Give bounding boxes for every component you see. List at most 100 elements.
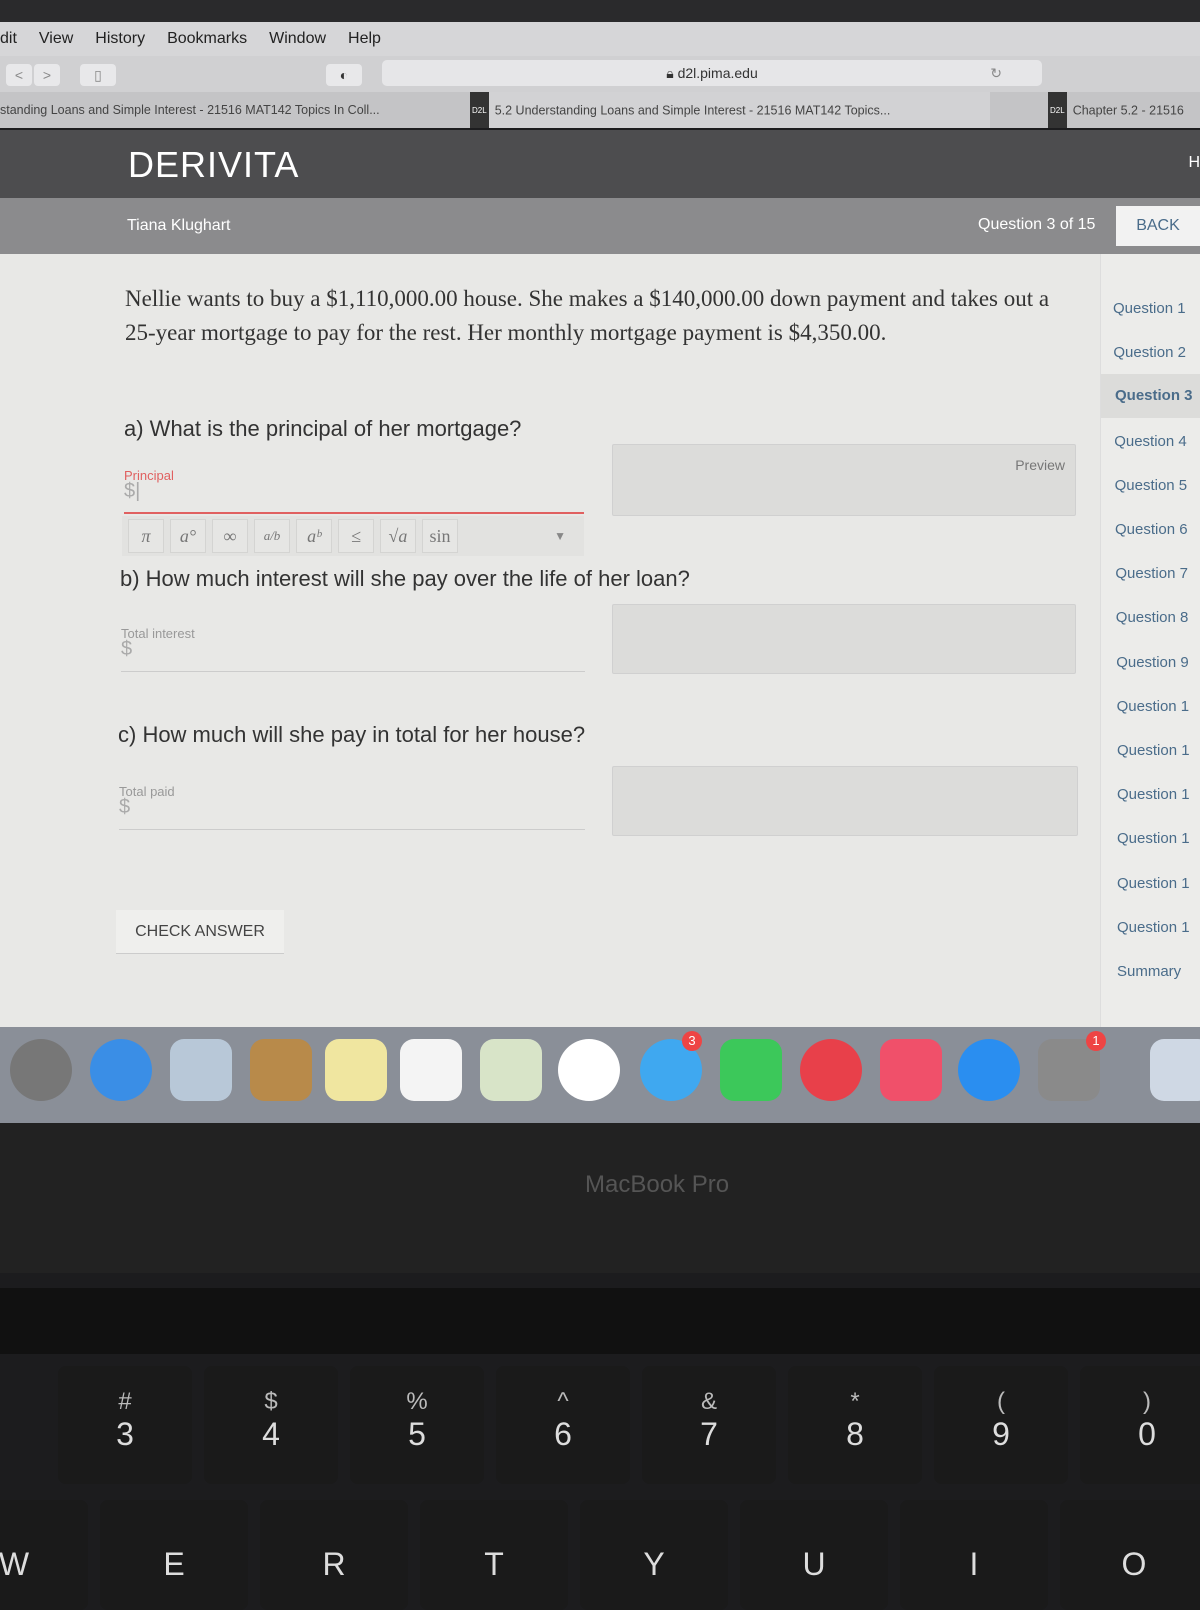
app-store-icon[interactable]	[958, 1039, 1020, 1101]
reload-icon[interactable]: ↻	[990, 60, 1002, 86]
key-shift-label: *	[850, 1388, 860, 1415]
menu-view[interactable]: View	[39, 30, 73, 48]
key-4[interactable]: $4	[204, 1366, 338, 1484]
privacy-shield-icon[interactable]: ◐	[326, 64, 362, 86]
key-label: U	[802, 1546, 826, 1582]
check-answer-button[interactable]: CHECK ANSWER	[116, 910, 284, 954]
mail-icon[interactable]	[170, 1039, 232, 1101]
menu-help[interactable]: Help	[348, 30, 381, 48]
menu-edit[interactable]: dit	[0, 30, 17, 48]
dollar-prefix: $	[119, 796, 131, 818]
touch-bar[interactable]	[0, 1288, 1200, 1354]
notes-icon[interactable]	[325, 1039, 387, 1101]
menu-bookmarks[interactable]: Bookmarks	[167, 30, 247, 48]
back-button-app[interactable]: BACK	[1116, 206, 1200, 246]
sidebar-item-question[interactable]: Question 8	[1116, 609, 1189, 626]
degree-button[interactable]: a°	[170, 519, 206, 553]
key-i[interactable]: I	[900, 1500, 1048, 1610]
key-3[interactable]: #3	[58, 1366, 192, 1484]
user-name: Tiana Klughart	[127, 217, 231, 234]
header-link[interactable]: H	[1188, 154, 1200, 172]
pi-button[interactable]: π	[128, 519, 164, 553]
tab-2[interactable]: D2L 5.2 Understanding Loans and Simple In…	[470, 92, 990, 128]
total-paid-input[interactable]: $	[119, 796, 585, 830]
forward-button[interactable]: >	[34, 64, 60, 86]
macbook-label: MacBook Pro	[585, 1171, 730, 1198]
sqrt-button[interactable]: √a	[380, 519, 416, 553]
infinity-button[interactable]: ∞	[212, 519, 248, 553]
notification-badge: 1	[1086, 1031, 1106, 1051]
maps-icon[interactable]	[480, 1039, 542, 1101]
leq-button[interactable]: ≤	[338, 519, 374, 553]
sidebar-item-question[interactable]: Question 1	[1113, 300, 1186, 317]
tab-1[interactable]: standing Loans and Simple Interest - 215…	[0, 92, 430, 128]
sidebar-item-question[interactable]: Summary	[1117, 963, 1181, 980]
sidebar-toggle-icon[interactable]: ▯	[80, 64, 116, 86]
contacts-icon[interactable]	[250, 1039, 312, 1101]
key-o[interactable]: O	[1060, 1500, 1200, 1610]
key-shift-label: #	[118, 1388, 132, 1415]
menu-history[interactable]: History	[95, 30, 145, 48]
preview-box	[612, 604, 1076, 674]
part-c-question: c) How much will she pay in total for he…	[118, 722, 586, 747]
question-progress: Question 3 of 15	[978, 216, 1096, 233]
tab-3[interactable]: D2L Chapter 5.2 - 21516	[1048, 92, 1200, 128]
address-bar[interactable]: 🔒︎ d2l.pima.edu ↻	[382, 60, 1042, 86]
messages-icon[interactable]: 3	[640, 1031, 702, 1101]
key-w[interactable]: W	[0, 1500, 88, 1610]
sidebar-item-question[interactable]: Question 2	[1113, 344, 1186, 361]
tab-label: standing Loans and Simple Interest - 215…	[0, 103, 380, 117]
key-6[interactable]: ^ 6	[496, 1366, 630, 1484]
key-u[interactable]: U	[740, 1500, 888, 1610]
key-label: 5	[408, 1416, 426, 1452]
reminders-icon[interactable]	[400, 1039, 462, 1101]
derivita-logo: DERIVITA	[128, 144, 300, 185]
sidebar-item-question[interactable]: Question 1	[1117, 742, 1190, 759]
fraction-button[interactable]: a/b	[254, 519, 290, 553]
facetime-icon[interactable]	[720, 1039, 782, 1101]
sidebar-item-question[interactable]: Question 9	[1116, 654, 1189, 671]
sin-button[interactable]: sin	[422, 519, 458, 553]
key-label: 6	[554, 1416, 572, 1452]
key-0[interactable]: ) 0	[1080, 1366, 1200, 1484]
key-5[interactable]: % 5	[350, 1366, 484, 1484]
sidebar-item-question[interactable]: Question 4	[1114, 433, 1187, 450]
screen-bezel	[0, 0, 1200, 22]
tab-label: 5.2 Understanding Loans and Simple Inter…	[494, 103, 891, 118]
sidebar-item-question[interactable]: Question 5	[1115, 477, 1188, 494]
key-label: R	[322, 1546, 346, 1582]
sidebar-item-question[interactable]: Question 3	[1101, 374, 1200, 418]
key-7[interactable]: & 7	[642, 1366, 776, 1484]
key-y[interactable]: Y	[580, 1500, 728, 1610]
music-icon[interactable]	[880, 1039, 942, 1101]
interest-input[interactable]: $	[121, 638, 585, 672]
d2l-icon: D2L	[470, 92, 489, 128]
safari-icon[interactable]	[90, 1039, 152, 1101]
back-button[interactable]: <	[6, 64, 32, 86]
sidebar-item-question[interactable]: Question 1	[1117, 830, 1190, 847]
key-label: 9	[992, 1416, 1010, 1452]
chevron-down-icon[interactable]: ▼	[554, 529, 566, 543]
key-8[interactable]: * 8	[788, 1366, 922, 1484]
photos-icon[interactable]	[558, 1039, 620, 1101]
launchpad-icon[interactable]	[10, 1039, 72, 1101]
key-e[interactable]: E	[100, 1500, 248, 1610]
sidebar-item-question[interactable]: Question 1	[1117, 919, 1190, 936]
sidebar-item-question[interactable]: Question 7	[1115, 565, 1188, 582]
principal-input[interactable]: $|	[124, 480, 584, 514]
exponent-button[interactable]: aᵇ	[296, 519, 332, 553]
sidebar-item-question[interactable]: Question 1	[1117, 875, 1190, 892]
image-thumbnail-icon[interactable]	[1150, 1039, 1200, 1101]
sidebar-item-question[interactable]: Question 1	[1117, 698, 1190, 715]
key-9[interactable]: (9	[934, 1366, 1068, 1484]
news-icon[interactable]	[800, 1039, 862, 1101]
dock: 3 1	[0, 1027, 1200, 1123]
sidebar-item-question[interactable]: Question 1	[1117, 786, 1190, 803]
user-bar: Tiana Klughart Question 3 of 15 BACK	[0, 198, 1200, 254]
sidebar-item-question[interactable]: Question 6	[1115, 521, 1188, 538]
notification-badge: 3	[682, 1031, 702, 1051]
menu-window[interactable]: Window	[269, 30, 326, 48]
key-t[interactable]: T	[420, 1500, 568, 1610]
system-preferences-icon[interactable]: 1	[1038, 1031, 1106, 1101]
key-r[interactable]: R	[260, 1500, 408, 1610]
